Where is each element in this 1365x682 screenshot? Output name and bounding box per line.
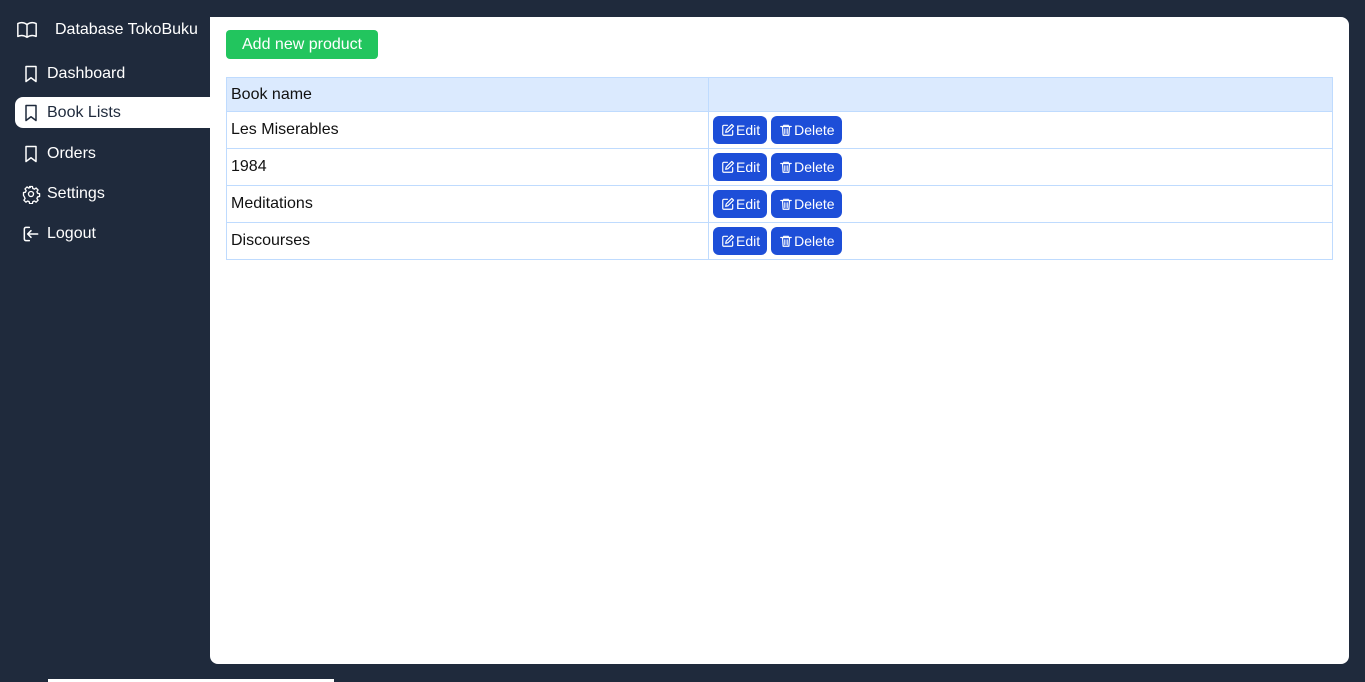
delete-button[interactable]: Delete [771, 153, 842, 181]
logout-icon [21, 224, 41, 244]
edit-label: Edit [736, 159, 761, 175]
delete-label: Delete [794, 122, 835, 138]
delete-label: Delete [794, 196, 835, 212]
edit-icon [721, 160, 735, 174]
bookmark-icon [21, 144, 41, 164]
delete-button[interactable]: Delete [771, 190, 842, 218]
delete-label: Delete [794, 159, 835, 175]
edit-label: Edit [736, 233, 761, 249]
edit-button[interactable]: Edit [713, 227, 768, 255]
table-header-row: Book name [226, 77, 1333, 112]
gear-icon [21, 184, 41, 204]
add-new-product-button[interactable]: Add new product [226, 30, 379, 59]
actions-cell: Edit Delete [708, 148, 1333, 186]
table-row: 1984 Edit Delete [226, 148, 1333, 186]
edit-icon [721, 197, 735, 211]
delete-button[interactable]: Delete [771, 227, 842, 255]
sidebar-item-settings[interactable]: Settings [15, 178, 210, 209]
book-open-icon [16, 19, 38, 41]
edit-icon [721, 234, 735, 248]
table-row: Discourses Edit Delete [226, 222, 1333, 260]
table-row: Les Miserables Edit Delete [226, 111, 1333, 149]
brand[interactable]: Database TokoBuku [16, 18, 198, 42]
sidebar: Database TokoBuku Dashboard Book Lists O… [0, 0, 210, 682]
edit-label: Edit [736, 196, 761, 212]
actions-cell: Edit Delete [708, 111, 1333, 149]
sidebar-item-logout[interactable]: Logout [15, 218, 210, 249]
book-name-cell: Meditations [226, 185, 709, 223]
sidebar-item-label: Logout [47, 224, 96, 242]
trash-icon [779, 123, 793, 137]
main-panel: Add new product Book name Les Miserables… [210, 17, 1349, 664]
bookmark-icon [21, 103, 41, 123]
book-name-cell: Les Miserables [226, 111, 709, 149]
edit-button[interactable]: Edit [713, 190, 768, 218]
trash-icon [779, 197, 793, 211]
edit-button[interactable]: Edit [713, 153, 768, 181]
book-table: Book name Les Miserables Edit Delete 198… [226, 77, 1333, 260]
actions-cell: Edit Delete [708, 222, 1333, 260]
sidebar-item-label: Book Lists [47, 103, 121, 121]
table-row: Meditations Edit Delete [226, 185, 1333, 223]
edit-label: Edit [736, 122, 761, 138]
app-title: Database TokoBuku [55, 21, 198, 38]
sidebar-item-label: Orders [47, 144, 96, 162]
sidebar-item-label: Settings [47, 184, 105, 202]
sidebar-item-label: Dashboard [47, 64, 126, 82]
edit-button[interactable]: Edit [713, 116, 768, 144]
sidebar-item-dashboard[interactable]: Dashboard [15, 58, 210, 89]
column-header-actions [708, 77, 1333, 112]
sidebar-item-orders[interactable]: Orders [15, 138, 210, 169]
trash-icon [779, 234, 793, 248]
trash-icon [779, 160, 793, 174]
delete-label: Delete [794, 233, 835, 249]
edit-icon [721, 123, 735, 137]
delete-button[interactable]: Delete [771, 116, 842, 144]
bookmark-icon [21, 64, 41, 84]
book-name-cell: Discourses [226, 222, 709, 260]
column-header-book-name: Book name [226, 77, 709, 112]
sidebar-item-book-lists[interactable]: Book Lists [15, 97, 210, 128]
book-name-cell: 1984 [226, 148, 709, 186]
actions-cell: Edit Delete [708, 185, 1333, 223]
